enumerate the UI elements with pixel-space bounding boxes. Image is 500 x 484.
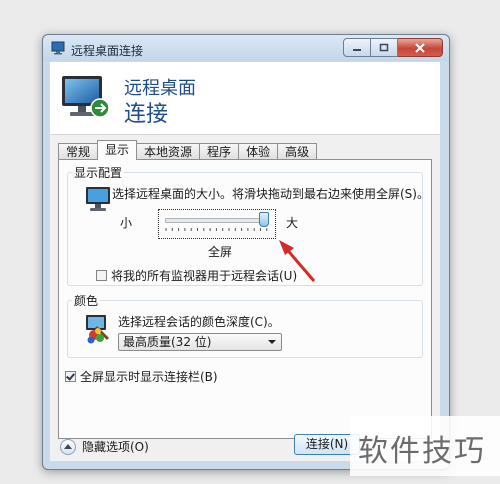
monitor-icon [86, 187, 110, 211]
colors-group: 颜色 选择远程会话的颜色深度(C)。 最高质量(32 位) [67, 292, 423, 358]
tab-display[interactable]: 显示 [97, 140, 138, 160]
show-connection-bar-option[interactable]: 全屏显示时显示连接栏(B) [65, 368, 218, 385]
slider-track [165, 218, 269, 223]
color-palette-icon [86, 315, 110, 344]
color-depth-selected-value: 最高质量(32 位) [123, 335, 212, 349]
tab-advanced[interactable]: 高级 [277, 143, 318, 160]
header-title-line2: 连接 [124, 102, 169, 127]
use-all-monitors-label: 将我的所有监视器用于远程会话(U) [111, 269, 298, 283]
watermark: 软件技巧 [350, 416, 500, 476]
watermark-text: 软件技巧 [358, 434, 486, 469]
display-config-legend: 显示配置 [74, 166, 123, 180]
close-icon [415, 42, 425, 53]
tab-local-resources[interactable]: 本地资源 [136, 143, 201, 160]
color-depth-select[interactable]: 最高质量(32 位) [118, 333, 282, 351]
maximize-button[interactable] [371, 38, 398, 57]
display-size-slider[interactable] [158, 209, 276, 239]
rdp-window: 远程桌面连接 远程桌面 连接 常规 显示 本地资源 程序 体验 高级 显示配置 … [42, 34, 450, 470]
display-tab-page: 显示配置 选择远程桌面的大小。将滑块拖动到最右边来使用全屏(S)。 小 大 全屏 [58, 159, 432, 439]
window-title: 远程桌面连接 [71, 44, 144, 58]
title-bar[interactable]: 远程桌面连接 [43, 35, 449, 61]
use-all-monitors-option[interactable]: 将我的所有监视器用于远程会话(U) [96, 267, 297, 284]
slider-large-label: 大 [286, 216, 299, 230]
slider-thumb[interactable] [259, 212, 269, 227]
tab-general[interactable]: 常规 [58, 143, 99, 160]
tab-programs[interactable]: 程序 [199, 143, 240, 160]
hide-options-toggle[interactable]: 隐藏选项(O) [60, 438, 149, 455]
slider-value-label: 全屏 [208, 245, 233, 259]
minimize-button[interactable] [343, 38, 371, 57]
slider-small-label: 小 [120, 216, 133, 230]
remote-desktop-icon [51, 41, 65, 55]
display-size-description: 选择远程桌面的大小。将滑块拖动到最右边来使用全屏(S)。 [112, 187, 429, 201]
show-connection-bar-checkbox[interactable] [65, 371, 76, 382]
colors-legend: 颜色 [74, 294, 99, 308]
use-all-monitors-checkbox[interactable] [96, 270, 107, 281]
minimize-icon [353, 48, 361, 51]
chevron-down-icon [268, 340, 276, 344]
show-connection-bar-label: 全屏显示时显示连接栏(B) [80, 370, 218, 384]
tab-experience[interactable]: 体验 [238, 143, 279, 160]
color-depth-description: 选择远程会话的颜色深度(C)。 [118, 315, 280, 329]
hide-options-label: 隐藏选项(O) [82, 440, 149, 454]
slider-ticks [165, 228, 268, 231]
remote-desktop-logo-icon [62, 76, 110, 118]
close-button[interactable] [398, 38, 443, 57]
dialog-header: 远程桌面 连接 [50, 62, 440, 134]
display-config-group: 显示配置 选择远程桌面的大小。将滑块拖动到最右边来使用全屏(S)。 小 大 全屏 [67, 164, 429, 286]
dialog-client: 远程桌面 连接 常规 显示 本地资源 程序 体验 高级 显示配置 选择远程桌面的… [50, 62, 440, 461]
tab-strip: 常规 显示 本地资源 程序 体验 高级 [58, 140, 318, 160]
maximize-icon [379, 43, 389, 52]
collapse-arrow-icon[interactable] [60, 438, 76, 455]
